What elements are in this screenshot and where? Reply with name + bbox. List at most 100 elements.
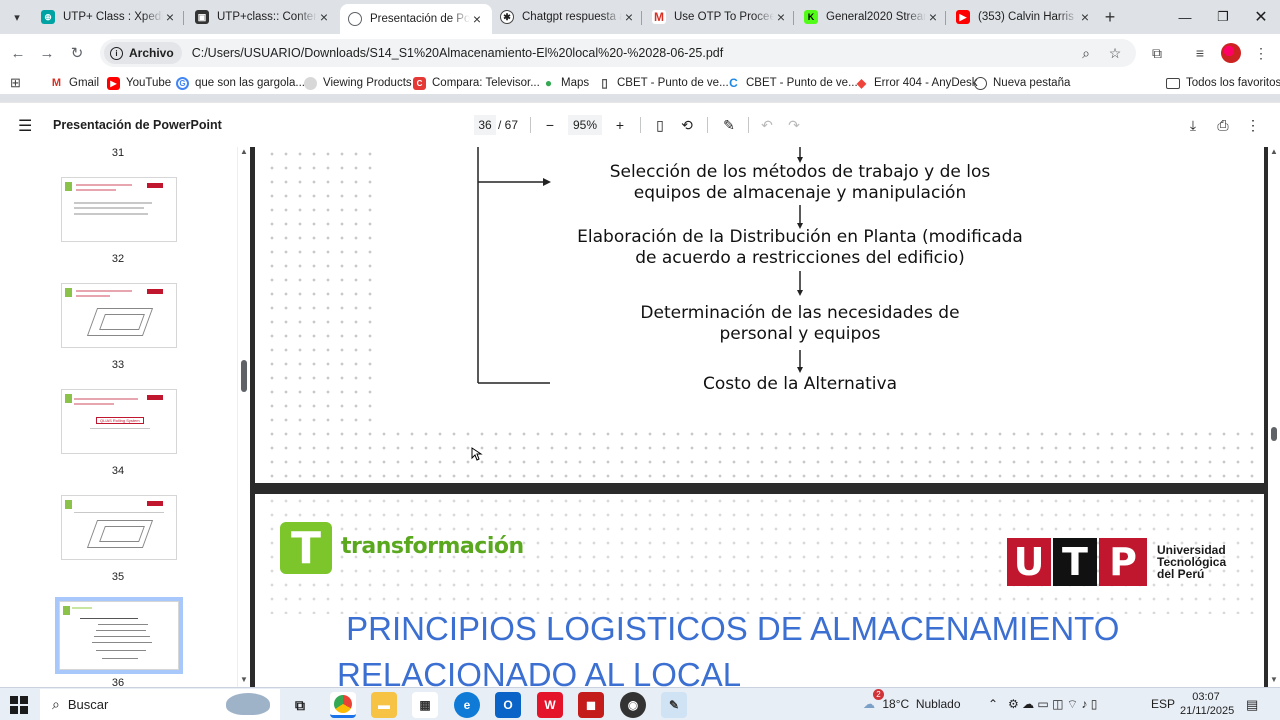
utp-logo-u: U [1007,538,1051,586]
browser-toolbar: ← → ↻ i Archivo C:/Users/USUARIO/Downloa… [0,34,1280,72]
app-circle-icon[interactable]: ◉ [620,692,646,718]
outlook-icon[interactable]: O [495,692,521,718]
site-info-chip[interactable]: i Archivo [104,42,182,64]
apps-grid-icon[interactable]: ⊞ [10,75,21,91]
app-w-icon[interactable]: W [537,692,563,718]
zoom-level-input[interactable]: 95% [568,115,602,135]
url-text[interactable]: C:/Users/USUARIO/Downloads/S14_S1%20Alma… [192,46,724,60]
pdf-document-view[interactable]: Selección de los métodos de trabajo y de… [250,147,1268,687]
redo-icon[interactable]: ↷ [784,115,804,135]
tray-chevron-icon[interactable]: ⌃ [988,697,998,711]
bookmark-cbet-2[interactable]: C CBET - Punto de ve... [727,75,858,91]
print-icon[interactable]: ⎙ [1213,115,1233,135]
close-icon[interactable]: × [163,9,177,25]
bookmark-label: Nueva pestaña [993,77,1071,89]
tab-youtube[interactable]: ▶ (353) Calvin Harris - × [948,4,1100,30]
tab-utp-class[interactable]: ⊕ UTP+ Class : Xpedition × [33,4,185,30]
thumbnail-page-32[interactable] [61,177,177,242]
tab-title: General2020 Stream [826,11,926,23]
maximize-button[interactable]: ❐ [1204,0,1242,34]
more-menu-icon[interactable]: ⋮ [1250,42,1272,64]
extensions-icon[interactable]: ⧉ [1146,42,1168,64]
taskbar-search-box[interactable]: ⌕ Buscar [40,689,280,720]
forward-button[interactable]: → [36,42,58,64]
bookmark-google-search[interactable]: G que son las gargola... [176,75,305,91]
close-icon[interactable]: × [1078,9,1092,25]
zoom-icon[interactable]: ⌕ [1076,43,1096,63]
tab-utp-contenido[interactable]: ▣ UTP+class:: Contenido × [187,4,339,30]
bookmark-label: CBET - Punto de ve... [617,77,729,89]
task-view-icon[interactable]: ⧉ [287,692,313,718]
close-icon[interactable]: × [622,9,636,25]
bookmark-viewing-products[interactable]: Viewing Products [304,75,412,91]
bookmark-youtube[interactable]: ▶ YouTube [107,75,171,91]
bookmark-star-icon[interactable]: ☆ [1105,43,1125,63]
bookmark-label: Gmail [69,77,100,89]
document-scrollbar[interactable]: ▲ ▼ [1268,147,1280,687]
zoom-in-button[interactable]: + [610,115,630,135]
chrome-taskbar-icon[interactable] [330,692,356,718]
slide-title-line: RELACIONADO AL LOCAL [337,656,742,687]
fit-page-icon[interactable]: ▯ [650,115,670,135]
minimize-button[interactable]: — [1166,0,1204,34]
close-icon[interactable]: × [926,9,940,25]
thumbnail-page-34[interactable]: QLIAS Rolling System [61,389,177,454]
sidebar-scroll-thumb[interactable] [241,360,247,392]
language-indicator[interactable]: ESP [1151,697,1175,711]
profile-avatar[interactable] [1220,42,1242,64]
tab-title: Use OTP To Proceed [674,11,774,23]
new-tab-button[interactable]: + [1101,7,1119,28]
hamburger-menu-icon[interactable]: ☰ [18,116,32,136]
media-controls-icon[interactable]: ≡ [1189,42,1211,64]
tab-powerpoint-active[interactable]: Presentación de PowerPoint × [340,4,492,34]
back-button[interactable]: ← [7,42,29,64]
maps-pin-icon: ● [544,76,553,90]
site-chip-label: Archivo [129,46,174,60]
undo-icon[interactable]: ↶ [757,115,777,135]
sidebar-scrollbar[interactable]: ▲ ▼ [237,147,250,687]
search-highlight-image [226,693,270,715]
bookmark-cbet-1[interactable]: ▯ CBET - Punto de ve... [598,75,729,91]
close-icon[interactable]: × [774,9,788,25]
notification-center-icon[interactable]: ▤ [1246,697,1258,713]
tab-divider [945,11,946,25]
pdf-document-title: Presentación de PowerPoint [53,118,222,132]
bookmark-gmail[interactable]: M Gmail [50,75,99,91]
reload-button[interactable]: ↻ [66,42,88,64]
tray-icons[interactable]: ⚙ ☁ ▭ ◫ ⌔ ♪ ▯ [1008,697,1097,712]
chatgpt-icon: ✱ [500,10,514,24]
close-window-button[interactable]: ✕ [1242,0,1280,34]
bookmark-new-tab[interactable]: Nueva pestaña [974,75,1070,91]
store-icon[interactable]: ▦ [412,692,438,718]
windows-start-icon[interactable] [10,696,28,714]
tab-chatgpt[interactable]: ✱ Chatgpt respuesta al × [492,4,644,30]
app-paint-icon[interactable]: ✎ [661,692,687,718]
system-clock[interactable]: 03:07 21/11/2025 [1180,690,1234,718]
edge-icon[interactable]: e [454,692,480,718]
bookmark-compara[interactable]: C Compara: Televisor... [413,75,540,91]
thumbnail-page-36-selected[interactable] [55,597,183,674]
weather-widget[interactable]: ☁ 2 18°C Nublado [863,689,961,711]
tab-search-chevron-icon[interactable]: ▾ [6,7,28,27]
close-icon[interactable]: × [317,9,331,25]
page-number-input[interactable]: 36 [474,115,496,135]
file-explorer-icon[interactable]: ▬ [371,692,397,718]
thumbnail-page-33[interactable] [61,283,177,348]
close-icon[interactable]: × [470,11,484,27]
tab-stream[interactable]: K General2020 Stream × [796,4,948,30]
address-bar[interactable]: i Archivo C:/Users/USUARIO/Downloads/S14… [100,39,1136,67]
game-launcher-icon[interactable]: ◼ [578,692,604,718]
all-bookmarks-folder[interactable]: Todos los favoritos [1166,75,1280,91]
rotate-icon[interactable]: ⟲ [677,115,697,135]
thumbnail-page-35[interactable] [61,495,177,560]
zoom-out-button[interactable]: − [540,115,560,135]
pdf-more-menu-icon[interactable]: ⋮ [1243,115,1263,135]
bookmark-maps[interactable]: ● Maps [542,75,589,91]
download-icon[interactable]: ⤓ [1183,115,1203,135]
annotate-pen-icon[interactable]: ✎ [719,115,739,135]
document-scroll-thumb[interactable] [1271,427,1277,441]
tab-gmail-otp[interactable]: M Use OTP To Proceed × [644,4,796,30]
thumbnail-number: 35 [111,571,125,583]
bookmark-anydesk[interactable]: ◆ Error 404 - AnyDesk [855,75,978,91]
thumbnail-sidebar: 31 32 33 QLIAS Rolling System 34 35 36 [0,147,237,687]
